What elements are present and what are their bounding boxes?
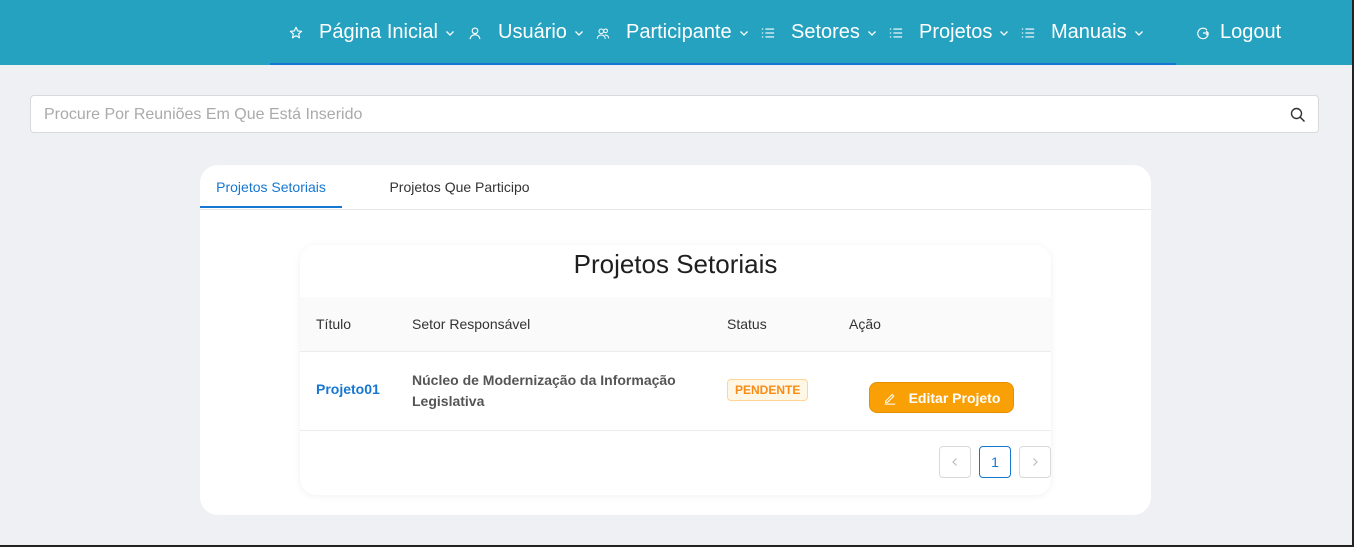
column-header-setor: Setor Responsável — [412, 316, 531, 332]
top-navbar: Página Inicial Usuário Participante Seto… — [0, 0, 1354, 65]
search-box — [30, 95, 1319, 134]
project-title-link[interactable]: Projeto01 — [316, 381, 380, 397]
nav-item-label: Participante — [626, 21, 732, 43]
logout-icon — [1196, 26, 1210, 40]
nav-item-label: Usuário — [498, 21, 567, 43]
team-icon — [596, 26, 610, 40]
chevron-down-icon — [445, 28, 455, 38]
status-badge: PENDENTE — [727, 379, 809, 401]
search-input[interactable] — [42, 96, 1276, 134]
nav-item-manuais[interactable]: Manuais — [1021, 0, 1144, 65]
column-header-acao: Ação — [849, 316, 881, 332]
nav-item-label: Projetos — [919, 21, 993, 43]
table-row: Projeto01 Núcleo de Modernização da Info… — [300, 351, 1051, 431]
tab-projetos-setoriais[interactable]: Projetos Setoriais — [200, 165, 342, 209]
chevron-right-icon — [1033, 458, 1038, 466]
panel-title: Projetos Setoriais — [573, 249, 778, 279]
projects-panel: Projetos Setoriais Título Setor Responsá… — [300, 245, 1051, 495]
list-icon — [889, 26, 903, 40]
chevron-down-icon — [999, 28, 1009, 38]
list-icon — [1021, 26, 1035, 40]
list-icon — [761, 26, 775, 40]
pagination-next-button[interactable] — [1019, 446, 1051, 478]
column-header-status: Status — [727, 316, 767, 332]
nav-item-usuario[interactable]: Usuário — [468, 0, 584, 65]
nav-item-pagina-inicial[interactable]: Página Inicial — [289, 0, 455, 65]
edit-project-label: Editar Projeto — [908, 389, 1001, 406]
logout-button[interactable]: Logout — [1196, 0, 1281, 65]
pagination-page-current[interactable]: 1 — [979, 446, 1011, 478]
chevron-down-icon — [739, 28, 749, 38]
projects-card: Projetos Setoriais Projetos Que Particip… — [200, 165, 1151, 515]
nav-item-setores[interactable]: Setores — [761, 0, 877, 65]
pagination-prev-button[interactable] — [939, 446, 971, 478]
chevron-down-icon — [867, 28, 877, 38]
tab-active-indicator — [200, 206, 342, 208]
edit-project-button[interactable]: Editar Projeto — [869, 382, 1014, 413]
user-icon — [468, 26, 482, 40]
star-icon — [289, 26, 303, 40]
nav-item-label: Manuais — [1051, 21, 1127, 43]
logout-label: Logout — [1220, 21, 1282, 43]
table-header: Título Setor Responsável Status Ação — [300, 297, 1051, 352]
chevron-down-icon — [574, 28, 584, 38]
edit-icon — [883, 391, 897, 405]
nav-item-label: Página Inicial — [319, 21, 438, 43]
chevron-down-icon — [1134, 28, 1144, 38]
tab-projetos-que-participo[interactable]: Projetos Que Participo — [377, 165, 542, 209]
nav-active-underline — [270, 63, 1176, 65]
project-sector: Núcleo de Modernização da Informação Leg… — [412, 372, 676, 409]
nav-item-label: Setores — [791, 21, 860, 43]
column-header-titulo: Título — [316, 316, 352, 332]
chevron-left-icon — [952, 458, 957, 466]
nav-item-projetos[interactable]: Projetos — [889, 0, 1009, 65]
search-icon[interactable] — [1290, 107, 1306, 123]
tab-bar: Projetos Setoriais Projetos Que Particip… — [200, 165, 1151, 210]
nav-item-participante[interactable]: Participante — [596, 0, 749, 65]
